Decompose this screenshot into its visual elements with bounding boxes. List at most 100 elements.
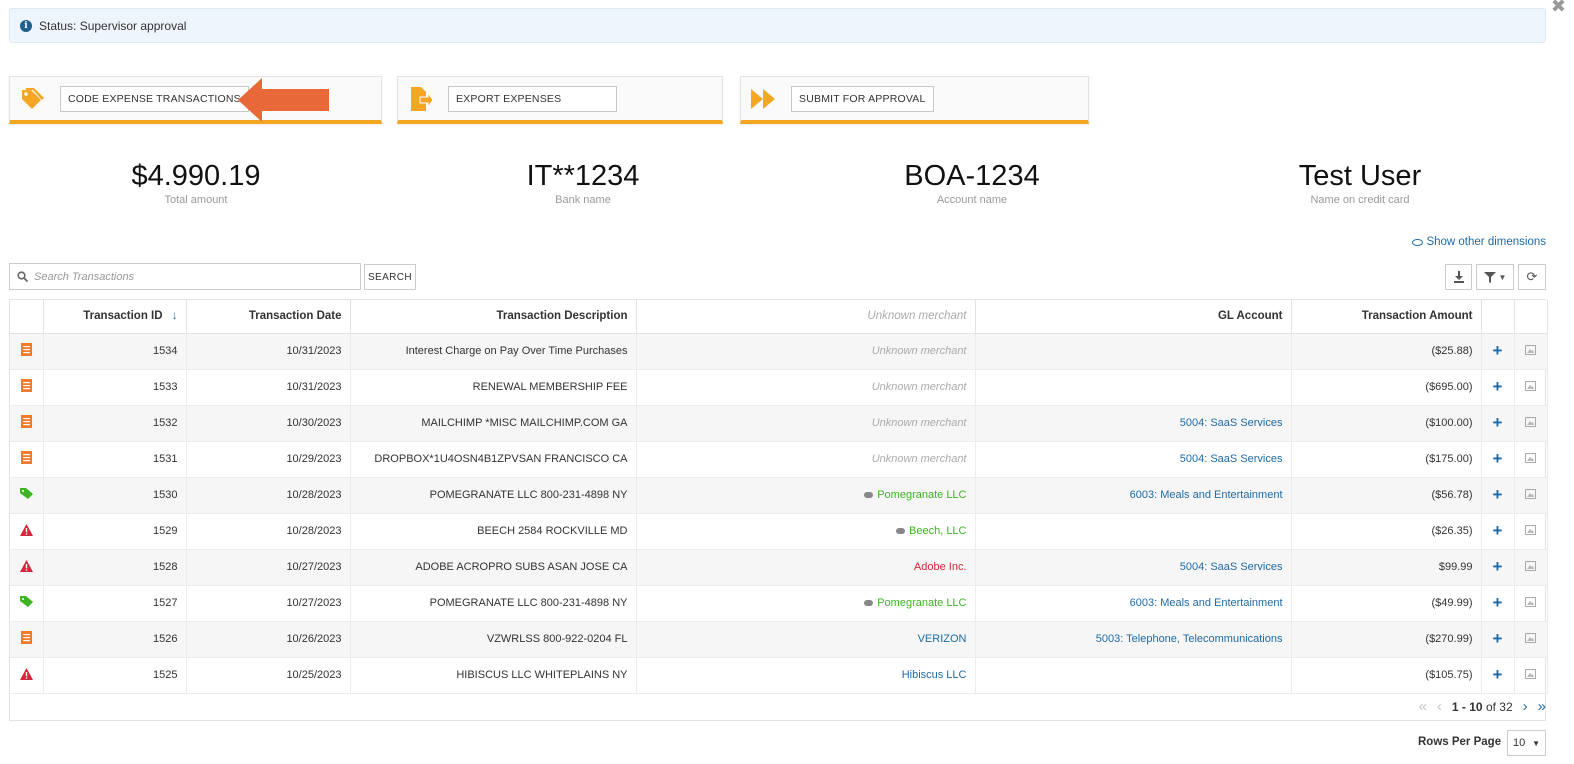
header-transaction-description[interactable]: Transaction Description	[350, 300, 637, 334]
image-icon[interactable]	[1525, 596, 1536, 607]
cell-gl-account[interactable]: 6003: Meals and Entertainment	[975, 585, 1292, 622]
image-icon[interactable]	[1525, 668, 1536, 679]
cell-merchant[interactable]: Unknown merchant	[636, 369, 976, 406]
plus-icon[interactable]: +	[1493, 485, 1503, 504]
image-icon[interactable]	[1525, 380, 1536, 391]
image-icon[interactable]	[1525, 416, 1536, 427]
receipt-image-cell[interactable]	[1514, 585, 1548, 622]
plus-icon[interactable]: +	[1493, 593, 1503, 612]
receipt-image-cell[interactable]	[1514, 657, 1548, 694]
table-row[interactable]: 1525 10/25/2023 HIBISCUS LLC WHITEPLAINS N…	[10, 657, 1548, 694]
add-cell[interactable]: +	[1481, 585, 1515, 622]
plus-icon[interactable]: +	[1493, 341, 1503, 360]
table-row[interactable]: 1532 10/30/2023 MAILCHIMP *MISC MAILCHIMP.…	[10, 405, 1548, 442]
plus-icon[interactable]: +	[1493, 557, 1503, 576]
image-icon[interactable]	[1525, 524, 1536, 535]
image-icon[interactable]	[1525, 560, 1536, 571]
add-cell[interactable]: +	[1481, 621, 1515, 658]
receipt-image-cell[interactable]	[1514, 333, 1548, 370]
gl-account-link[interactable]: 5003: Telephone, Telecommunications	[1096, 633, 1283, 645]
table-row[interactable]: 1528 10/27/2023 ADOBE ACROPRO SUBS ASAN JO…	[10, 549, 1548, 586]
cell-merchant[interactable]: Unknown merchant	[636, 405, 976, 442]
image-icon[interactable]	[1525, 488, 1536, 499]
rows-per-page-select[interactable]: 10 ▼	[1507, 730, 1546, 756]
merchant-name[interactable]: Unknown merchant	[872, 417, 967, 429]
add-cell[interactable]: +	[1481, 333, 1515, 370]
add-cell[interactable]: +	[1481, 441, 1515, 478]
table-row[interactable]: 1531 10/29/2023 DROPBOX*1U4OSN4B1ZPVSAN FR…	[10, 441, 1548, 478]
export-expenses-button[interactable]: EXPORT EXPENSES	[448, 85, 617, 112]
merchant-name[interactable]: Adobe Inc.	[914, 561, 967, 573]
gl-account-link[interactable]: 5004: SaaS Services	[1180, 453, 1283, 465]
header-transaction-date[interactable]: Transaction Date	[186, 300, 351, 334]
prev-page-icon[interactable]: ‹	[1437, 698, 1442, 715]
receipt-image-cell[interactable]	[1514, 549, 1548, 586]
table-row[interactable]: 1526 10/26/2023 VZWRLSS 800-922-0204 FL VER…	[10, 621, 1548, 658]
close-icon[interactable]: ✖	[1551, 0, 1566, 17]
cell-gl-account[interactable]	[975, 369, 1292, 406]
cell-merchant[interactable]: Unknown merchant	[636, 333, 976, 370]
header-gl-account[interactable]: GL Account	[975, 300, 1292, 334]
cell-gl-account[interactable]	[975, 333, 1292, 370]
receipt-image-cell[interactable]	[1514, 405, 1548, 442]
merchant-name[interactable]: VERIZON	[918, 633, 967, 645]
plus-icon[interactable]: +	[1493, 449, 1503, 468]
cell-merchant[interactable]: Beech, LLC	[636, 513, 976, 550]
plus-icon[interactable]: +	[1493, 377, 1503, 396]
add-cell[interactable]: +	[1481, 513, 1515, 550]
receipt-image-cell[interactable]	[1514, 369, 1548, 406]
refresh-button[interactable]: ⟳	[1518, 264, 1546, 290]
receipt-image-cell[interactable]	[1514, 621, 1548, 658]
receipt-image-cell[interactable]	[1514, 441, 1548, 478]
table-row[interactable]: 1530 10/28/2023 POMEGRANATE LLC 800-231-48…	[10, 477, 1548, 514]
cell-gl-account[interactable]: 5003: Telephone, Telecommunications	[975, 621, 1292, 658]
cell-gl-account[interactable]: 5004: SaaS Services	[975, 549, 1292, 586]
image-icon[interactable]	[1525, 344, 1536, 355]
table-row[interactable]: 1527 10/27/2023 POMEGRANATE LLC 800-231-48…	[10, 585, 1548, 622]
header-merchant[interactable]: Unknown merchant	[636, 300, 976, 334]
merchant-name[interactable]: Unknown merchant	[872, 381, 967, 393]
merchant-name[interactable]: Unknown merchant	[872, 453, 967, 465]
add-cell[interactable]: +	[1481, 405, 1515, 442]
download-button[interactable]	[1445, 264, 1472, 290]
gl-account-link[interactable]: 6003: Meals and Entertainment	[1130, 489, 1283, 501]
plus-icon[interactable]: +	[1493, 629, 1503, 648]
cell-gl-account[interactable]: 5004: SaaS Services	[975, 405, 1292, 442]
header-transaction-amount[interactable]: Transaction Amount	[1291, 300, 1482, 334]
cell-gl-account[interactable]	[975, 657, 1292, 694]
merchant-name[interactable]: Pomegranate LLC	[877, 489, 966, 501]
image-icon[interactable]	[1525, 632, 1536, 643]
cell-gl-account[interactable]: 5004: SaaS Services	[975, 441, 1292, 478]
table-row[interactable]: 1534 10/31/2023 Interest Charge on Pay Ove…	[10, 333, 1548, 370]
cell-merchant[interactable]: Pomegranate LLC	[636, 477, 976, 514]
cell-gl-account[interactable]: 6003: Meals and Entertainment	[975, 477, 1292, 514]
first-page-icon[interactable]: «	[1419, 698, 1427, 715]
receipt-image-cell[interactable]	[1514, 477, 1548, 514]
plus-icon[interactable]: +	[1493, 521, 1503, 540]
merchant-name[interactable]: Beech, LLC	[909, 525, 966, 537]
last-page-icon[interactable]: »	[1538, 698, 1546, 715]
add-cell[interactable]: +	[1481, 549, 1515, 586]
add-cell[interactable]: +	[1481, 369, 1515, 406]
search-input[interactable]: Search Transactions	[9, 263, 361, 290]
header-transaction-id[interactable]: Transaction ID ↓	[43, 300, 187, 334]
cell-merchant[interactable]: Adobe Inc.	[636, 549, 976, 586]
plus-icon[interactable]: +	[1493, 413, 1503, 432]
cell-merchant[interactable]: Hibiscus LLC	[636, 657, 976, 694]
table-row[interactable]: 1529 10/28/2023 BEECH 2584 ROCKVILLE MD Bee…	[10, 513, 1548, 550]
cell-gl-account[interactable]	[975, 513, 1292, 550]
cell-merchant[interactable]: Pomegranate LLC	[636, 585, 976, 622]
plus-icon[interactable]: +	[1493, 665, 1503, 684]
table-row[interactable]: 1533 10/31/2023 RENEWAL MEMBERSHIP FEE Unkn…	[10, 369, 1548, 406]
receipt-image-cell[interactable]	[1514, 513, 1548, 550]
next-page-icon[interactable]: ›	[1523, 698, 1528, 715]
cell-merchant[interactable]: Unknown merchant	[636, 441, 976, 478]
search-button[interactable]: SEARCH	[364, 264, 416, 290]
cell-merchant[interactable]: VERIZON	[636, 621, 976, 658]
show-other-dimensions-link[interactable]: Show other dimensions	[1412, 236, 1546, 248]
sort-down-icon[interactable]: ↓	[172, 310, 178, 322]
gl-account-link[interactable]: 5004: SaaS Services	[1180, 561, 1283, 573]
gl-account-link[interactable]: 5004: SaaS Services	[1180, 417, 1283, 429]
filter-dropdown-button[interactable]: ▼	[1476, 264, 1514, 290]
merchant-name[interactable]: Unknown merchant	[872, 345, 967, 357]
